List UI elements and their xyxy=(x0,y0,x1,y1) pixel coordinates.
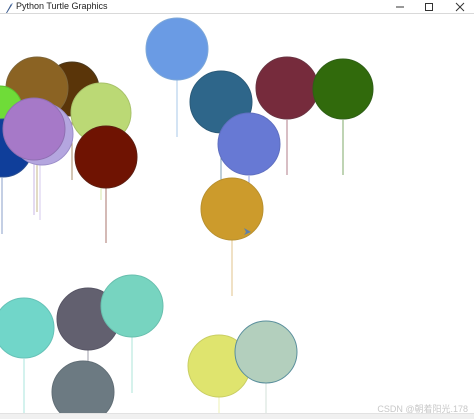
balloon xyxy=(0,297,55,359)
minimize-icon xyxy=(396,6,404,7)
balloon xyxy=(2,97,66,161)
balloons xyxy=(0,17,374,413)
maximize-icon xyxy=(425,2,433,11)
horizontal-scrollbar[interactable] xyxy=(0,413,474,419)
close-button[interactable] xyxy=(448,0,472,13)
balloon xyxy=(312,58,374,120)
feather-icon xyxy=(4,1,14,13)
title-bar[interactable]: Python Turtle Graphics xyxy=(0,0,474,14)
minimize-button[interactable] xyxy=(388,0,412,13)
balloon-drawing xyxy=(0,17,374,413)
balloon xyxy=(234,320,298,384)
balloon xyxy=(200,177,264,241)
turtle-canvas[interactable]: CSDN @朝着阳光.178 xyxy=(0,14,474,413)
balloon xyxy=(51,360,115,413)
watermark-text: CSDN @朝着阳光.178 xyxy=(377,404,468,413)
balloon xyxy=(74,125,138,189)
balloon xyxy=(217,112,281,176)
close-icon xyxy=(455,2,465,11)
window-title: Python Turtle Graphics xyxy=(16,1,108,11)
balloon xyxy=(100,274,164,338)
maximize-button[interactable] xyxy=(417,0,441,13)
balloon xyxy=(145,17,209,81)
balloon xyxy=(255,56,319,120)
